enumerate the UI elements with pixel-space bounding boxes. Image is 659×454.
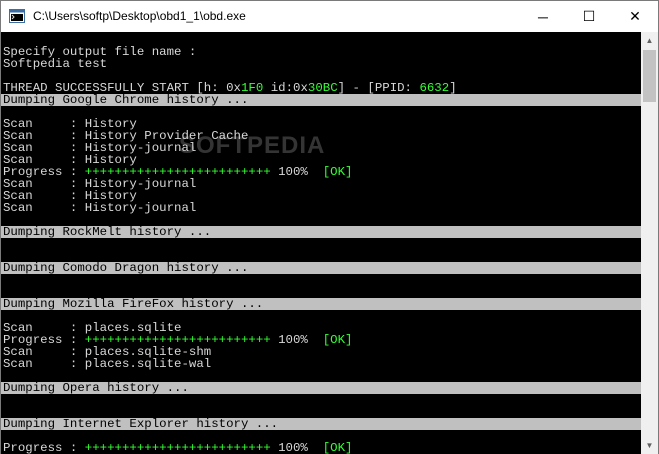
ok-status: [OK]: [307, 333, 353, 347]
section-header: Dumping Mozilla FireFox history ...: [3, 297, 264, 311]
section-header-band: Dumping Comodo Dragon history ...: [1, 262, 641, 274]
thread-id: 30BC: [307, 81, 338, 95]
scroll-up-icon[interactable]: ▲: [641, 32, 658, 49]
section-header-band: Dumping Internet Explorer history ...: [1, 418, 641, 430]
section-header-band: Dumping Google Chrome history ...: [1, 94, 641, 106]
scrollbar-thumb[interactable]: [643, 50, 656, 102]
ok-status: [OK]: [307, 441, 353, 454]
maximize-button[interactable]: ☐: [566, 1, 612, 32]
section-header: Dumping Internet Explorer history ...: [3, 417, 279, 431]
section-header: Dumping Opera history ...: [3, 381, 189, 395]
console-app-icon: [9, 9, 25, 23]
scan-line: Scan : places.sqlite-wal: [3, 357, 212, 371]
scroll-down-icon[interactable]: ▼: [641, 437, 658, 454]
section-header-band: Dumping Mozilla FireFox history ...: [1, 298, 641, 310]
output-filename: Softpedia test: [3, 57, 108, 71]
progress-bar: +++++++++++++++++++++++++: [84, 441, 271, 454]
progress-line: Progress : +++++++++++++++++++++++++ 100…: [3, 441, 353, 454]
section-header-band: Dumping Opera history ...: [1, 382, 641, 394]
console-window: C:\Users\softp\Desktop\obd1_1\obd.exe ─ …: [0, 0, 659, 454]
section-header: Dumping Google Chrome history ...: [3, 93, 249, 107]
section-header: Dumping Comodo Dragon history ...: [3, 261, 249, 275]
minimize-button[interactable]: ─: [520, 1, 566, 32]
title-bar[interactable]: C:\Users\softp\Desktop\obd1_1\obd.exe ─ …: [1, 1, 658, 32]
close-button[interactable]: ✕: [612, 1, 658, 32]
scan-line: Scan : History-journal: [3, 201, 197, 215]
parent-pid: 6632: [419, 81, 450, 95]
ok-status: [OK]: [307, 165, 353, 179]
vertical-scrollbar[interactable]: ▲ ▼: [641, 32, 658, 454]
console-output[interactable]: SOFTPEDIA Specify output file name : Sof…: [1, 32, 641, 454]
section-header: Dumping RockMelt history ...: [3, 225, 212, 239]
section-header-band: Dumping RockMelt history ...: [1, 226, 641, 238]
window-title: C:\Users\softp\Desktop\obd1_1\obd.exe: [33, 9, 246, 23]
